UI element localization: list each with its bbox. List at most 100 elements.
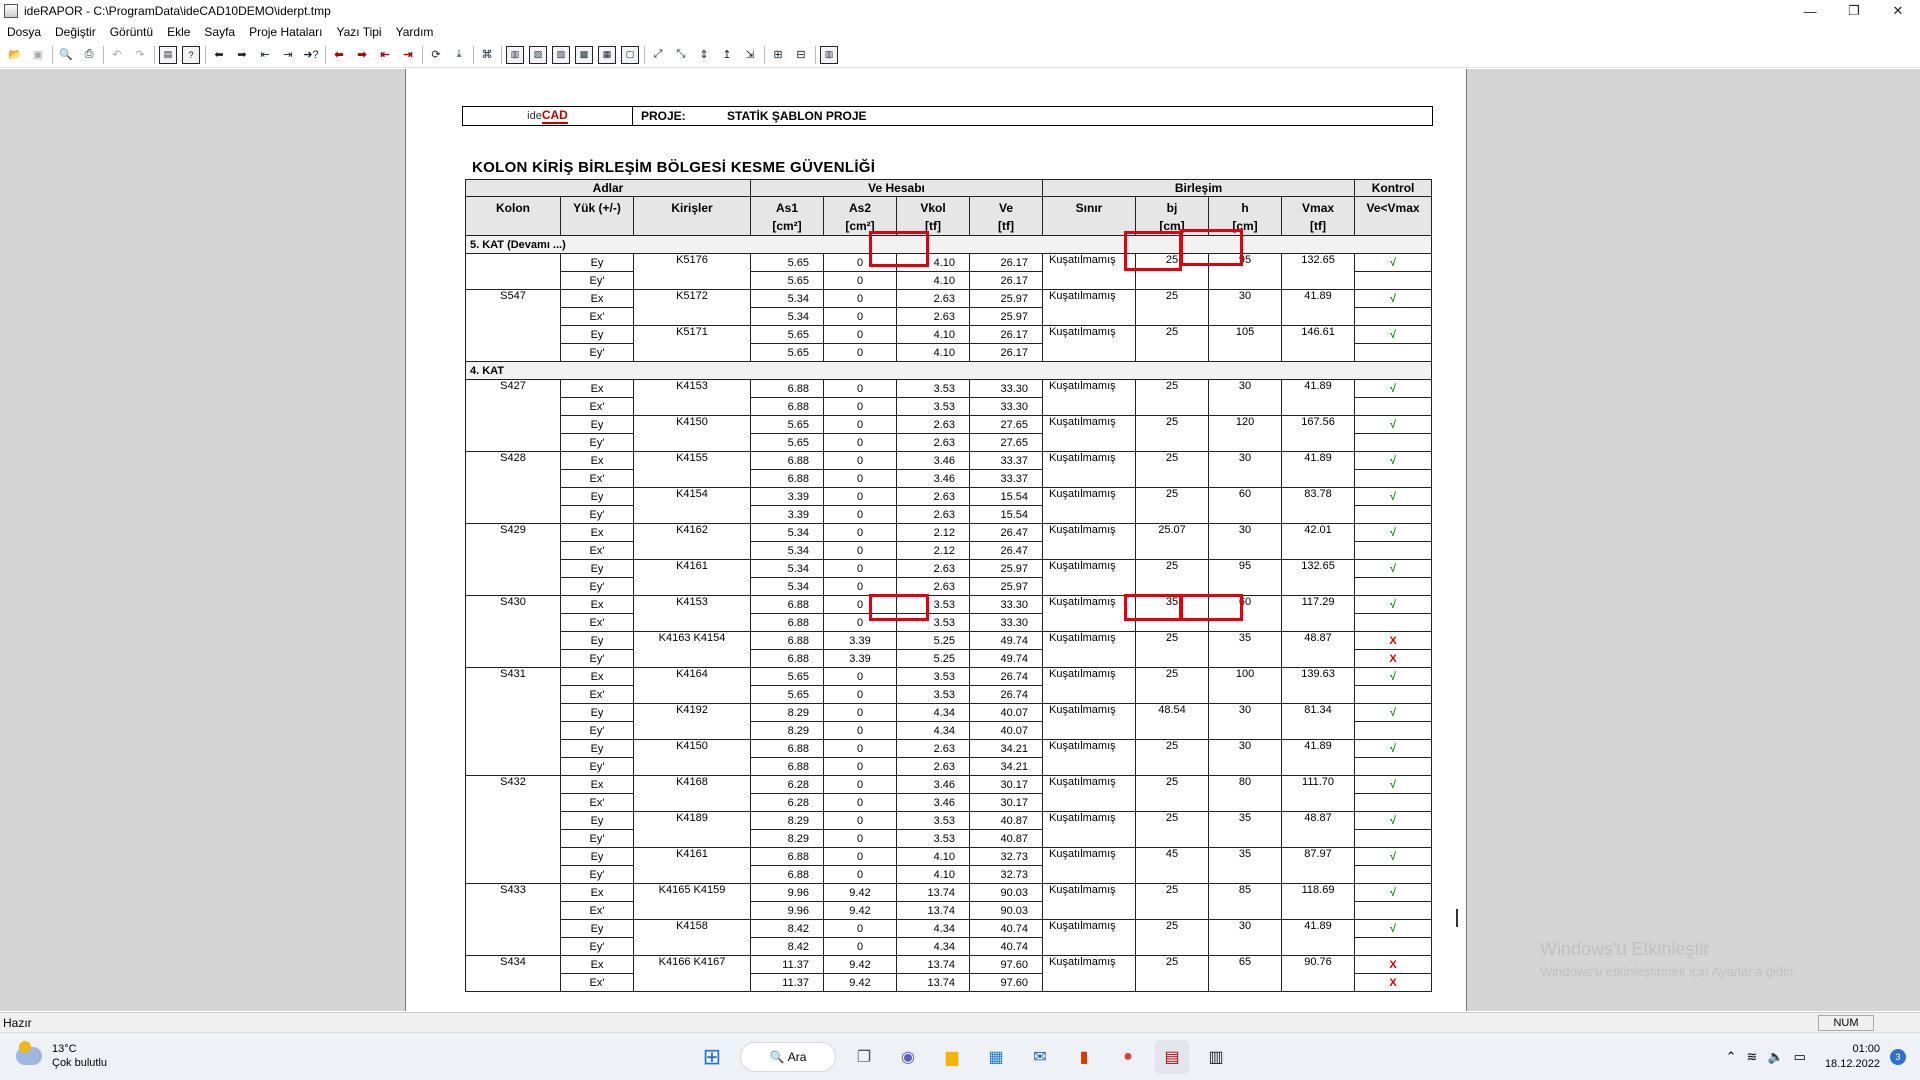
- cell-as1: 6.88: [750, 631, 824, 650]
- check-mark-icon: √: [1390, 742, 1397, 755]
- task-view-icon[interactable]: ❐: [847, 1040, 881, 1074]
- page-setup-icon[interactable]: ▤: [159, 45, 177, 64]
- split-view-icon[interactable]: ⊞: [769, 46, 787, 64]
- cell-vkol: 2.12: [896, 541, 970, 560]
- windows-start-icon[interactable]: ⊞: [695, 1040, 729, 1074]
- cell-as1: 8.42: [750, 937, 824, 956]
- open-folder-icon[interactable]: 📂: [6, 46, 24, 64]
- cell-as2: 0: [823, 937, 897, 956]
- view-right-icon[interactable]: ▨: [552, 45, 570, 64]
- close-button[interactable]: ✕: [1876, 0, 1920, 22]
- cell-ve: 30.17: [968, 775, 1044, 794]
- undo-icon[interactable]: ↶: [108, 46, 126, 64]
- check-mark-icon: √: [1390, 886, 1397, 899]
- print-preview-icon[interactable]: 🔍: [57, 46, 75, 64]
- cell-kontrol: [1354, 721, 1433, 740]
- menu-dosya[interactable]: Dosya: [0, 25, 48, 39]
- menu-goruntu[interactable]: Görüntü: [103, 25, 160, 39]
- last-page-icon[interactable]: ⇥: [279, 46, 297, 64]
- calculator-icon[interactable]: ▥: [820, 45, 838, 64]
- zoom-height-icon[interactable]: ↥: [718, 46, 736, 64]
- cell-vmax: 41.89: [1281, 919, 1356, 956]
- cell-kontrol: [1354, 307, 1433, 326]
- view-left-icon[interactable]: ▧: [529, 45, 547, 64]
- taskbar-search[interactable]: 🔍 Ara: [740, 1042, 836, 1072]
- goto-page-icon[interactable]: ➜?: [302, 46, 320, 64]
- cell-yuk: Ey': [560, 757, 634, 776]
- cell-vkol: 2.12: [896, 523, 970, 542]
- cell-vkol: 5.25: [896, 631, 970, 650]
- volume-icon[interactable]: 🔈: [1767, 1049, 1783, 1065]
- zoom-fit-icon[interactable]: ⤢: [649, 46, 667, 64]
- view-full-icon[interactable]: ▢: [621, 45, 639, 64]
- zoom-page-icon[interactable]: ⇲: [741, 46, 759, 64]
- battery-icon[interactable]: ▭: [1794, 1049, 1806, 1065]
- chrome-icon[interactable]: ●: [1111, 1040, 1145, 1074]
- col-kontrol: Ve<Vmax: [1354, 196, 1433, 236]
- cell-as2: 0: [823, 505, 897, 524]
- first-error-icon[interactable]: ⇤: [376, 46, 394, 64]
- prev-error-icon[interactable]: ⬅: [330, 46, 348, 64]
- chevron-up-icon[interactable]: ⌃: [1726, 1049, 1737, 1065]
- menu-yardim[interactable]: Yardım: [389, 25, 441, 39]
- menu-yazi-tipi[interactable]: Yazı Tipi: [329, 25, 388, 39]
- cell-as2: 0: [823, 415, 897, 434]
- last-error-icon[interactable]: ⇥: [399, 46, 417, 64]
- office-icon[interactable]: ▮: [1067, 1040, 1101, 1074]
- view-grid-icon[interactable]: ▦: [598, 45, 616, 64]
- cell-kirisler: K4154: [633, 487, 751, 524]
- clock[interactable]: 01:00 18.12.2022: [1825, 1042, 1880, 1072]
- zoom-width-icon[interactable]: ⇕: [695, 46, 713, 64]
- structure-icon[interactable]: ⌘: [478, 46, 496, 64]
- cell-vmax: 117.29: [1281, 595, 1356, 632]
- insert-page-icon[interactable]: ⤓: [450, 46, 468, 64]
- help-icon[interactable]: ?: [182, 45, 200, 64]
- menu-sayfa[interactable]: Sayfa: [197, 25, 242, 39]
- cell-yuk: Ey': [560, 577, 634, 596]
- wifi-icon[interactable]: ≋: [1747, 1049, 1758, 1065]
- teams-chat-icon[interactable]: ◉: [891, 1040, 925, 1074]
- microsoft-store-icon[interactable]: ▦: [979, 1040, 1013, 1074]
- status-text: Hazır: [3, 1015, 32, 1030]
- cell-h: 30: [1208, 919, 1283, 956]
- first-page-icon[interactable]: ⇤: [256, 46, 274, 64]
- cell-kirisler: K4161: [633, 559, 751, 596]
- file-explorer-icon[interactable]: ▆: [935, 1040, 969, 1074]
- notification-badge[interactable]: 3: [1890, 1049, 1906, 1065]
- next-error-icon[interactable]: ➡: [353, 46, 371, 64]
- refresh-icon[interactable]: ⟳: [427, 46, 445, 64]
- cell-as2: 0: [823, 343, 897, 362]
- iderapor-app-icon[interactable]: ▤: [1155, 1040, 1189, 1074]
- cell-as1: 5.65: [750, 433, 824, 452]
- save-icon[interactable]: ▣: [29, 46, 47, 64]
- arrow-left-icon[interactable]: ⬅: [210, 46, 228, 64]
- cell-kirisler: K4164: [633, 667, 751, 704]
- cell-h: 30: [1208, 703, 1283, 740]
- cell-kirisler: K4162: [633, 523, 751, 560]
- cell-as2: 0: [823, 271, 897, 290]
- merge-view-icon[interactable]: ⊟: [792, 46, 810, 64]
- zoom-in-icon[interactable]: ⤡: [672, 46, 690, 64]
- cell-as2: 0: [823, 829, 897, 848]
- page-scroll-marker[interactable]: [1456, 909, 1458, 927]
- cell-as2: 0: [823, 325, 897, 344]
- cell-kirisler: K4163 K4154: [633, 631, 751, 668]
- cell-as1: 6.88: [750, 865, 824, 884]
- cell-ve: 27.65: [968, 433, 1044, 452]
- weather-widget[interactable]: 13°C Çok bulutlu: [16, 1041, 107, 1070]
- minimize-button[interactable]: —: [1788, 0, 1832, 22]
- menu-degistir[interactable]: Değiştir: [48, 25, 103, 39]
- menu-proje-hatalari[interactable]: Proje Hataları: [242, 25, 329, 39]
- menu-ekle[interactable]: Ekle: [160, 25, 197, 39]
- clock-date: 18.12.2022: [1824, 1058, 1880, 1070]
- print-icon[interactable]: ⎙: [80, 46, 98, 64]
- mail-icon[interactable]: ✉: [1023, 1040, 1057, 1074]
- cell-ve: 26.47: [968, 541, 1044, 560]
- arrow-right-icon[interactable]: ➡: [233, 46, 251, 64]
- idecad-app-icon[interactable]: ▥: [1199, 1040, 1233, 1074]
- view-page-icon[interactable]: ▥: [506, 45, 524, 64]
- redo-icon[interactable]: ↷: [131, 46, 149, 64]
- toolbar-separator: [325, 45, 326, 64]
- maximize-button[interactable]: ❐: [1832, 0, 1876, 22]
- view-center-icon[interactable]: ▩: [575, 45, 593, 64]
